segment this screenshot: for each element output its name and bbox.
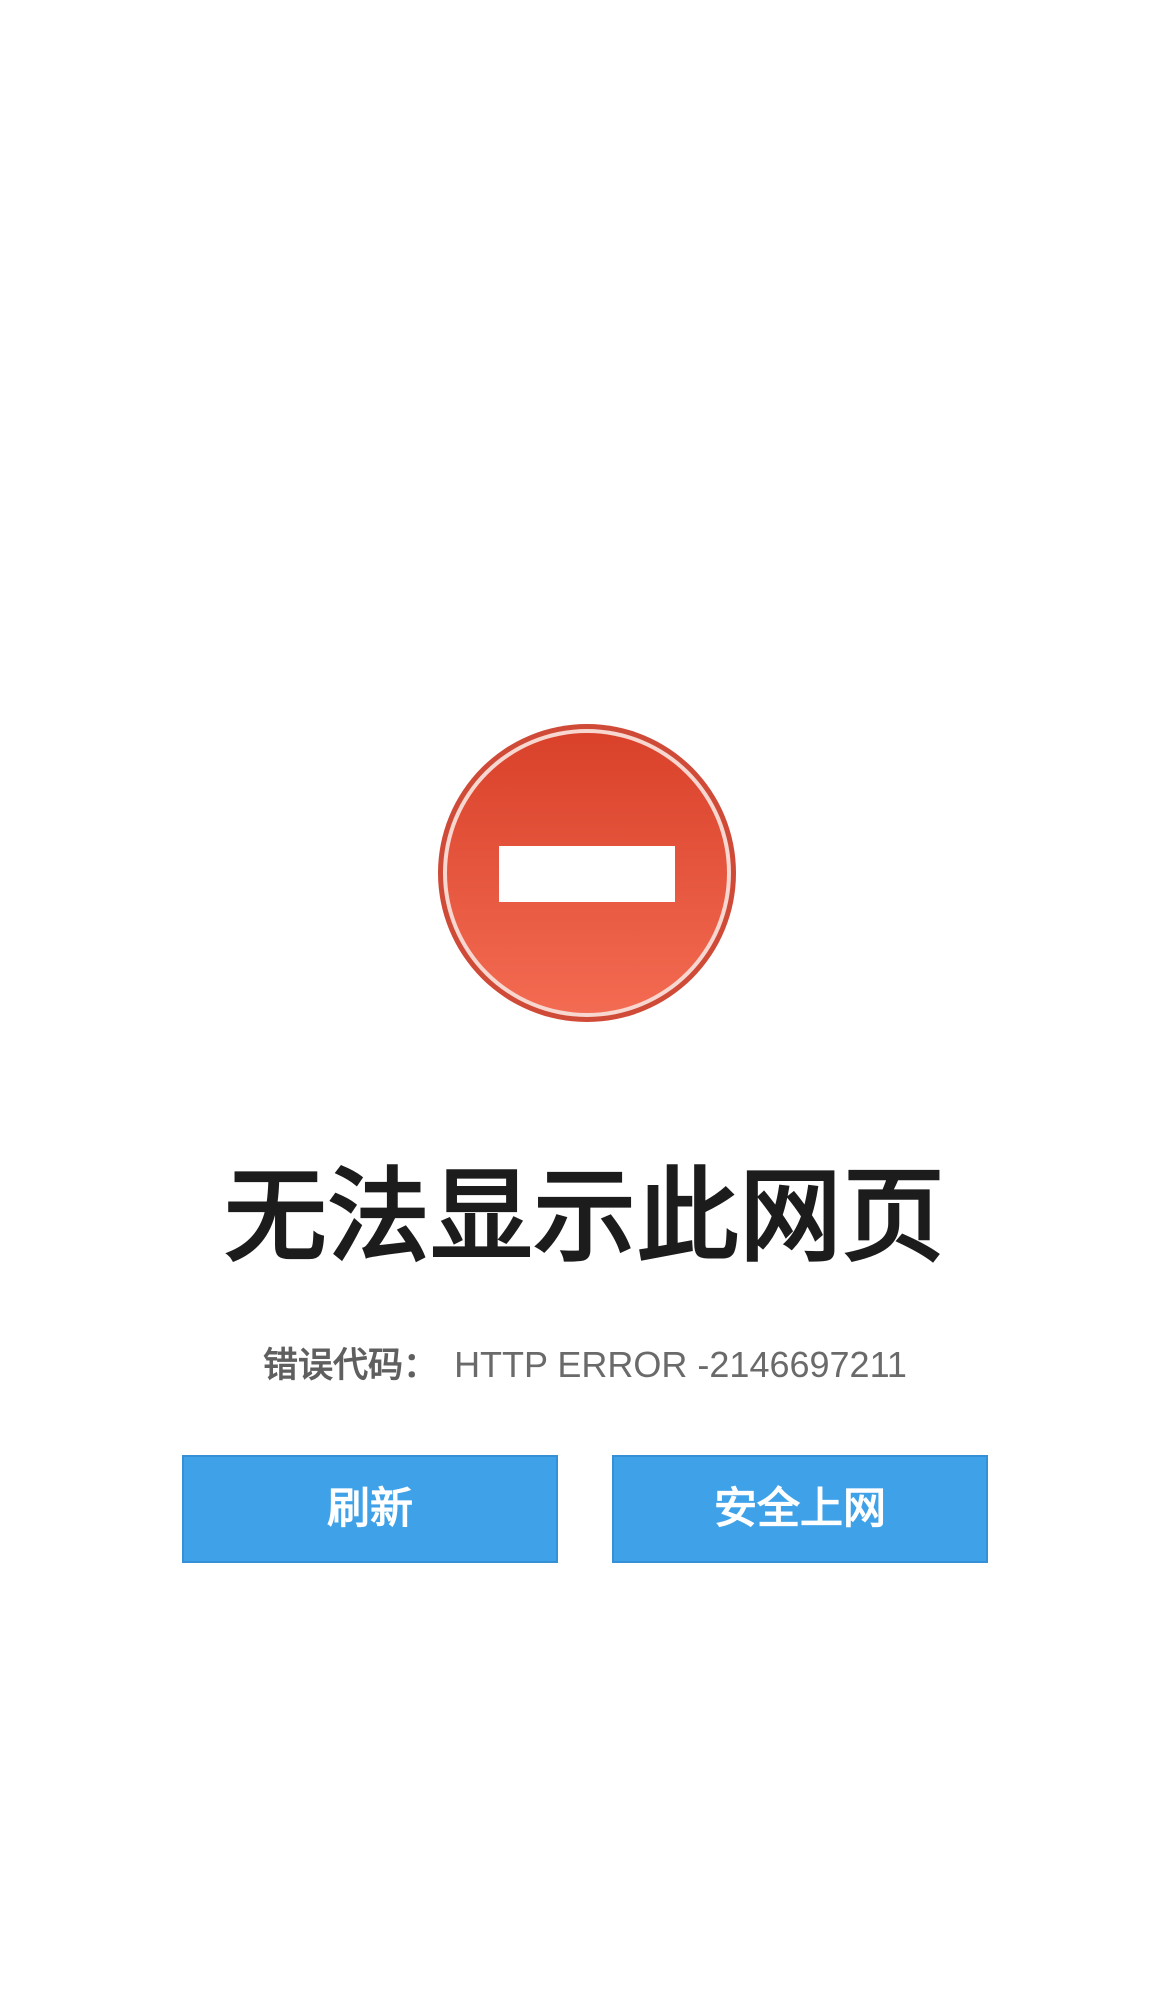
refresh-button[interactable]: 刷新 — [182, 1455, 558, 1563]
error-code-line: 错误代码： HTTP ERROR -2146697211 — [0, 1340, 1170, 1390]
stop-icon-bar — [499, 846, 675, 902]
error-code-label: 错误代码 — [263, 1346, 404, 1386]
error-page: 无法显示此网页 错误代码： HTTP ERROR -2146697211 刷新 安… — [0, 0, 1170, 1992]
safe-browsing-button[interactable]: 安全上网 — [612, 1455, 988, 1563]
error-code-separator: ： — [403, 1346, 439, 1386]
stop-icon — [437, 723, 737, 1023]
page-title: 无法显示此网页 — [224, 1158, 946, 1277]
stop-icon-graphic — [438, 724, 736, 1022]
error-code-value: HTTP ERROR -2146697211 — [454, 1344, 907, 1385]
